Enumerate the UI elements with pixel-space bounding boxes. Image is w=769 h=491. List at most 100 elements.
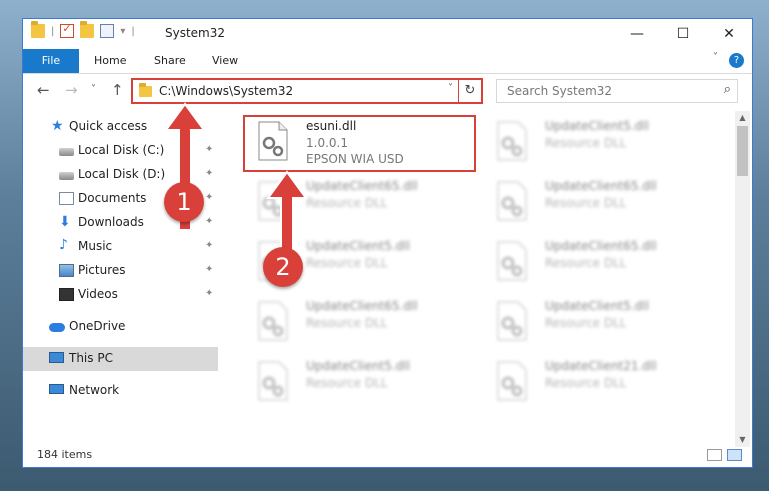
view-options-icon[interactable] — [100, 24, 115, 38]
dll-file-icon — [497, 241, 527, 281]
search-input[interactable]: Search System32 — [507, 84, 612, 98]
file-name: UpdateClient5.dll — [306, 359, 410, 373]
dll-file-icon — [497, 361, 527, 401]
file-item[interactable]: UpdateClient21.dll Resource DLL — [483, 357, 713, 407]
file-name: UpdateClient65.dll — [306, 179, 418, 193]
vertical-scrollbar[interactable]: ▲ ▼ — [735, 111, 750, 447]
file-highlight-box — [243, 115, 476, 172]
sidebar-item-label: Local Disk (D:) — [78, 167, 166, 181]
file-item[interactable]: UpdateClient5.dll Resource DLL — [244, 357, 474, 407]
ribbon-tabs: File Home Share View ˅ ? — [23, 49, 752, 74]
expand-ribbon-icon[interactable]: ˅ — [713, 52, 718, 63]
file-name: UpdateClient5.dll — [545, 299, 649, 313]
cloud-icon — [49, 323, 65, 332]
maximize-button[interactable]: ☐ — [660, 19, 706, 49]
pictures-icon — [59, 264, 74, 277]
tab-home[interactable]: Home — [94, 49, 126, 73]
sidebar-item-videos[interactable]: Videos ✦ — [23, 283, 218, 307]
file-item[interactable]: UpdateClient65.dll Resource DLL — [483, 177, 713, 227]
downloads-icon: ⬇ — [59, 214, 71, 230]
drive-icon — [59, 172, 74, 180]
large-icons-view-icon[interactable] — [727, 449, 742, 461]
sidebar-item-label: Local Disk (C:) — [78, 143, 165, 157]
sidebar-item-label: OneDrive — [69, 319, 126, 333]
help-icon[interactable]: ? — [729, 53, 744, 68]
back-arrow-icon[interactable]: ← — [37, 81, 50, 99]
videos-icon — [59, 288, 74, 301]
file-type: Resource DLL — [545, 316, 627, 330]
sidebar-item-label: Quick access — [69, 119, 148, 133]
address-dropdown-icon[interactable]: ˅ — [448, 83, 453, 94]
tab-share[interactable]: Share — [154, 49, 186, 73]
sidebar-item-label: Videos — [78, 287, 118, 301]
details-view-icon[interactable] — [707, 449, 722, 461]
file-type: Resource DLL — [545, 376, 627, 390]
file-type: Resource DLL — [545, 196, 627, 210]
title-bar: | ▾ | System32 — ☐ ✕ — [23, 19, 752, 49]
pin-icon[interactable]: ✦ — [205, 288, 213, 299]
file-name: UpdateClient5.dll — [306, 239, 410, 253]
scroll-up-icon[interactable]: ▲ — [735, 111, 750, 125]
music-icon: ♪ — [59, 237, 68, 253]
file-type: Resource DLL — [545, 256, 627, 270]
search-icon[interactable]: ⌕ — [724, 82, 731, 97]
sidebar-item-label: Downloads — [78, 215, 144, 229]
annotation-badge-1: 1 — [164, 182, 204, 222]
status-item-count: 184 items — [37, 448, 93, 461]
file-name: UpdateClient65.dll — [545, 239, 657, 253]
properties-check-icon[interactable] — [60, 22, 75, 38]
file-item[interactable]: UpdateClient5.dll Resource DLL — [483, 297, 713, 347]
sidebar-item-label: Documents — [78, 191, 147, 205]
minimize-button[interactable]: — — [614, 19, 660, 49]
address-path[interactable]: C:\Windows\System32 — [159, 84, 293, 98]
network-icon — [49, 384, 64, 394]
file-name: UpdateClient65.dll — [306, 299, 418, 313]
pin-icon[interactable]: ✦ — [205, 240, 213, 251]
documents-icon — [59, 192, 74, 205]
new-folder-icon[interactable] — [80, 21, 95, 38]
dll-file-icon — [497, 181, 527, 221]
recent-locations-dropdown-icon[interactable]: ˅ — [91, 84, 96, 95]
up-arrow-icon[interactable]: ↑ — [111, 81, 124, 99]
scroll-thumb[interactable] — [737, 126, 748, 176]
file-explorer-window: | ▾ | System32 — ☐ ✕ File Home Share Vie… — [22, 18, 753, 468]
search-box[interactable]: Search System32 ⌕ — [496, 79, 738, 103]
star-icon: ★ — [51, 118, 64, 134]
computer-icon — [49, 352, 64, 363]
close-button[interactable]: ✕ — [706, 19, 752, 49]
dll-file-icon — [258, 361, 288, 401]
file-item[interactable]: UpdateClient65.dll Resource DLL — [483, 237, 713, 287]
sidebar-item-onedrive[interactable]: OneDrive — [23, 315, 218, 339]
file-name: UpdateClient5.dll — [545, 119, 649, 133]
dll-file-icon — [497, 121, 527, 161]
sidebar-item-label: Music — [78, 239, 113, 253]
annotation-badge-2: 2 — [263, 247, 303, 287]
dll-file-icon — [258, 301, 288, 341]
separator: | — [131, 25, 135, 37]
file-type: Resource DLL — [306, 256, 388, 270]
pin-icon[interactable]: ✦ — [205, 264, 213, 275]
folder-icon — [139, 83, 152, 97]
window-title: System32 — [165, 26, 226, 40]
file-item[interactable]: UpdateClient65.dll Resource DLL — [244, 297, 474, 347]
sidebar-item-network[interactable]: Network — [23, 379, 218, 403]
folder-icon — [31, 21, 45, 38]
sidebar-item-pictures[interactable]: Pictures ✦ — [23, 259, 218, 283]
file-name: UpdateClient65.dll — [545, 179, 657, 193]
dll-file-icon — [497, 301, 527, 341]
drive-icon — [59, 148, 74, 156]
scroll-down-icon[interactable]: ▼ — [735, 433, 750, 447]
sidebar-item-this-pc[interactable]: This PC — [23, 347, 218, 371]
sidebar-item-label: Pictures — [78, 263, 126, 277]
sidebar-item-label: This PC — [69, 351, 113, 365]
refresh-icon[interactable]: ↻ — [458, 78, 481, 104]
tab-file[interactable]: File — [23, 49, 79, 73]
file-item[interactable]: UpdateClient5.dll Resource DLL — [483, 117, 713, 167]
customize-dropdown-icon[interactable]: ▾ — [120, 26, 125, 37]
quick-access-toolbar: | ▾ | — [31, 21, 135, 38]
file-type: Resource DLL — [545, 136, 627, 150]
separator: | — [51, 25, 55, 37]
tab-view[interactable]: View — [212, 49, 238, 73]
file-type: Resource DLL — [306, 196, 388, 210]
forward-arrow-icon[interactable]: → — [65, 81, 78, 99]
